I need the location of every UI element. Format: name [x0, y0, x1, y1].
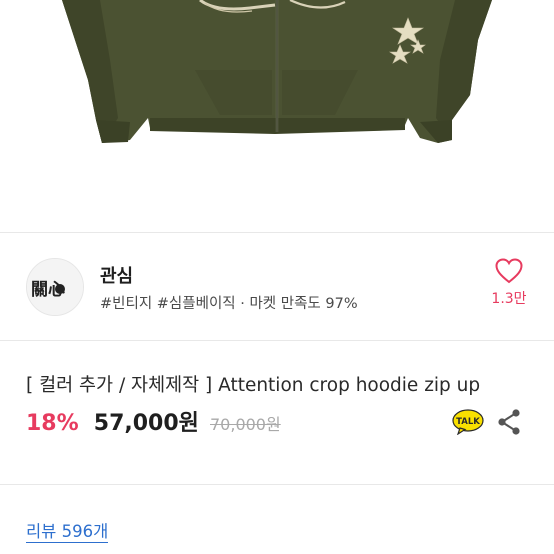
product-title: [ 컬러 추가 / 자체제작 ] Attention crop hoodie z… [26, 375, 481, 396]
section-divider [0, 340, 554, 341]
share-button[interactable] [496, 408, 522, 436]
like-button[interactable]: 1.3만 [484, 258, 534, 318]
sale-price: 57,000원 [93, 411, 199, 436]
heart-icon [495, 258, 523, 284]
section-divider [0, 232, 554, 233]
shop-tags: #빈티지 #심플베이직 · 마켓 만족도 97% [100, 296, 358, 312]
shop-name[interactable]: 관심 [100, 262, 133, 288]
original-price: 70,000원 [210, 415, 281, 434]
shop-logo-icon: 關心 [27, 259, 83, 315]
price-row: 18% 57,000원 70,000원 [26, 405, 281, 439]
kakao-talk-label: TALK [456, 417, 480, 427]
product-image[interactable] [0, 0, 554, 232]
section-divider [0, 484, 554, 485]
shop-avatar[interactable]: 關心 [26, 258, 84, 316]
kakao-talk-share-button[interactable]: TALK [452, 409, 484, 436]
kakao-talk-icon: TALK [452, 409, 484, 436]
share-icon [498, 409, 520, 435]
hoodie-illustration [62, 0, 492, 143]
like-count: 1.3만 [491, 291, 527, 307]
discount-rate: 18% [26, 411, 79, 436]
review-link[interactable]: 리뷰 596개 [26, 522, 109, 543]
